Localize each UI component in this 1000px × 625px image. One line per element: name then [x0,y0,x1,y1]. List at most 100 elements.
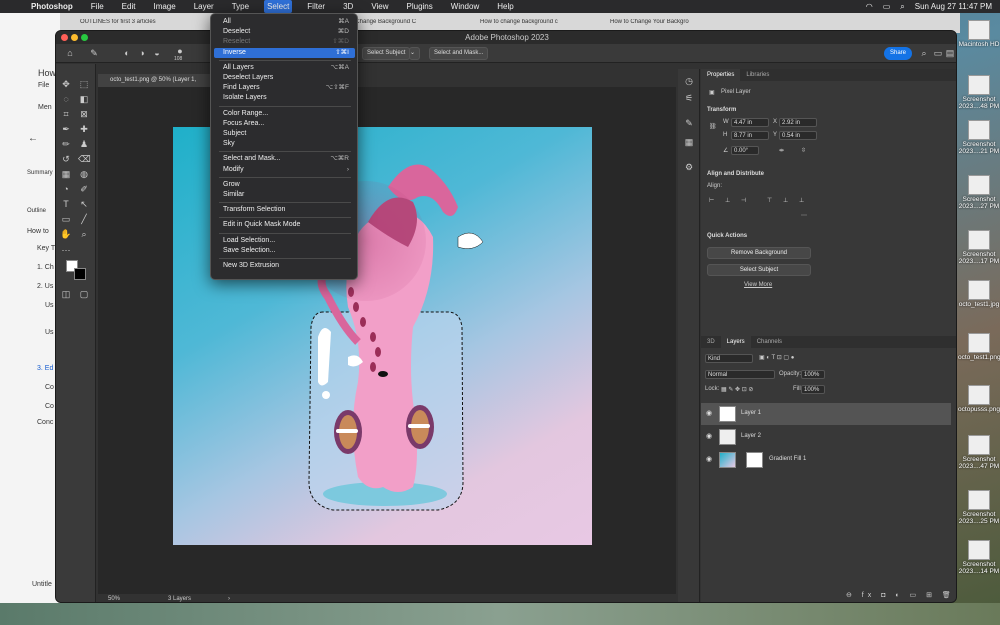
align-bottom-icon[interactable]: ⊥ [799,197,804,204]
path-select-icon[interactable]: ↖ [78,198,90,210]
desktop-icon[interactable]: Screenshot 2023....47 PM [958,435,1000,470]
background-color-swatch[interactable] [74,268,86,280]
outline-item[interactable]: How to [27,228,49,235]
outline-summary[interactable]: Summary [27,170,53,176]
more-tools-icon[interactable]: ⋯ [60,244,72,256]
lasso-tool-icon[interactable]: ◌ [60,93,72,105]
adjustments-panel-icon[interactable]: ⚟ [683,92,695,104]
outline-item[interactable]: Co [45,384,54,391]
tab-libraries[interactable]: Libraries [740,69,775,81]
outline-item[interactable]: Co [45,403,54,410]
menu-item-new-3d-extrusion[interactable]: New 3D Extrusion [214,261,355,271]
eyedropper-icon[interactable]: ✒ [60,123,72,135]
desktop-icon[interactable]: octo_test1.jpg [958,280,1000,308]
type-tool-icon[interactable]: T [60,198,72,210]
layer-name[interactable]: Layer 2 [741,433,761,439]
wifi-icon[interactable]: ◠ [866,2,873,11]
outline-item[interactable]: 2. Us [37,283,53,290]
marquee-tool-icon[interactable]: ⬚ [78,78,90,90]
menu-item-deselect[interactable]: Deselect ⌘D [214,27,355,37]
menu-edit[interactable]: Edit [119,0,139,13]
browser-tab[interactable]: OUTLINES for first 3 articles [80,19,210,25]
desktop-icon[interactable]: Screenshot 2023....25 PM [958,490,1000,525]
minimize-window-icon[interactable] [71,34,78,41]
visibility-eye-icon[interactable]: ◉ [706,456,714,464]
clone-stamp-icon[interactable]: ♟ [78,138,90,150]
doc-menu-search[interactable]: Men [38,104,52,111]
menu-item-select-and-mask[interactable]: Select and Mask... ⌥⌘R [214,154,355,164]
pen-tool-icon[interactable]: ✐ [78,183,90,195]
blur-tool-icon[interactable]: ◍ [78,168,90,180]
height-field[interactable]: 8.77 in [731,131,769,140]
align-right-icon[interactable]: ⊣ [741,197,746,204]
menu-type[interactable]: Type [229,0,252,13]
select-subject-dropdown[interactable]: ⌄ [409,47,420,60]
layer-row[interactable]: ◉ Layer 1 [701,403,951,425]
lock-icons[interactable]: ▦ ✎ ✥ ⊡ ⊘ [721,386,753,393]
doc-menu-file[interactable]: File [38,82,49,89]
align-center-h-icon[interactable]: ⊥ [725,197,730,204]
battery-icon[interactable]: ▭ [883,2,891,11]
menu-item-edit-in-quick-mask-mode[interactable]: Edit in Quick Mask Mode [214,220,355,230]
select-subject-button[interactable]: Select Subject [362,47,411,60]
crop-tool-icon[interactable]: ⌗ [60,108,72,120]
menu-item-grow[interactable]: Grow [214,180,355,190]
filter-icons[interactable]: ▣ ◐ T ⊡ ▢ ● [759,354,794,361]
history-brush-icon[interactable]: ↺ [60,153,72,165]
remove-background-button[interactable]: Remove Background [707,247,811,259]
add-selection-icon[interactable]: ◑ [136,47,148,59]
outline-item[interactable]: Us [45,302,54,309]
menu-item-sky[interactable]: Sky [214,139,355,149]
menu-item-save-selection[interactable]: Save Selection... [214,246,355,256]
select-and-mask-button[interactable]: Select and Mask... [429,47,489,60]
flip-horizontal-icon[interactable]: ⇹ [779,147,784,154]
menu-filter[interactable]: Filter [304,0,328,13]
visibility-eye-icon[interactable]: ◉ [706,433,714,441]
outline-item[interactable]: Conc [37,419,53,426]
flip-vertical-icon[interactable]: ⇳ [801,147,806,154]
zoom-tool-icon[interactable]: ⌕ [78,228,90,240]
menu-item-inverse[interactable]: Inverse ⇧⌘I [214,47,355,58]
outline-item[interactable]: Key T [37,245,55,252]
angle-field[interactable]: 0.00° [731,146,759,155]
layer-action-icons[interactable]: ⊖ fx ◘ ◐ ▭ ⊞ 🗑 [846,591,955,599]
line-tool-icon[interactable]: ╱ [78,213,90,225]
menu-item-load-selection[interactable]: Load Selection... [214,236,355,246]
menu-item-isolate-layers[interactable]: Isolate Layers [214,93,355,103]
move-tool-icon[interactable]: ✥ [60,78,72,90]
layer-name[interactable]: Layer 1 [741,410,761,416]
close-window-icon[interactable] [61,34,68,41]
desktop-icon[interactable]: Screenshot 2023....17 PM [958,230,1000,265]
status-expand-icon[interactable]: › [228,596,230,602]
healing-brush-icon[interactable]: ✚ [78,123,90,135]
gradient-tool-icon[interactable]: ▦ [60,168,72,180]
frame-tool-icon[interactable]: ⊠ [78,108,90,120]
desktop-icon[interactable]: octo_test1.png [958,333,1000,361]
workspace-icon[interactable]: ▭ [932,47,944,59]
eraser-icon[interactable]: ⌫ [78,153,91,165]
zoom-window-icon[interactable] [81,34,88,41]
search-icon[interactable]: ⌕ [900,2,904,12]
link-icon[interactable]: ⛓ [709,123,717,130]
brush-tool-icon[interactable]: ✏ [60,138,72,150]
menu-item-color-range[interactable]: Color Range... [214,109,355,119]
back-arrow-icon[interactable]: ← [28,133,38,144]
layer-kind-filter[interactable]: Kind [705,354,753,363]
search-icon[interactable]: ⌕ [918,47,930,59]
desktop-icon[interactable]: Screenshot 2023....21 PM [958,120,1000,155]
layer-name[interactable]: Gradient Fill 1 [769,456,806,462]
zoom-level[interactable]: 50% [108,596,120,602]
desktop-icon[interactable]: Macintosh HD [958,20,1000,48]
layer-row[interactable]: ◉ Gradient Fill 1 [701,449,951,471]
y-field[interactable]: 0.54 in [779,131,817,140]
tab-channels[interactable]: Channels [751,336,788,348]
menu-item-deselect-layers[interactable]: Deselect Layers [214,73,355,83]
menu-help[interactable]: Help [494,0,516,13]
menu-view[interactable]: View [368,0,391,13]
menu-app-name[interactable]: Photoshop [28,0,76,13]
quick-actions-heading[interactable]: Quick Actions [707,233,747,239]
menu-item-focus-area[interactable]: Focus Area... [214,119,355,129]
layer-mask-thumbnail[interactable] [746,452,763,468]
menu-3d[interactable]: 3D [340,0,356,13]
outline-item[interactable]: 1. Ch [37,264,54,271]
